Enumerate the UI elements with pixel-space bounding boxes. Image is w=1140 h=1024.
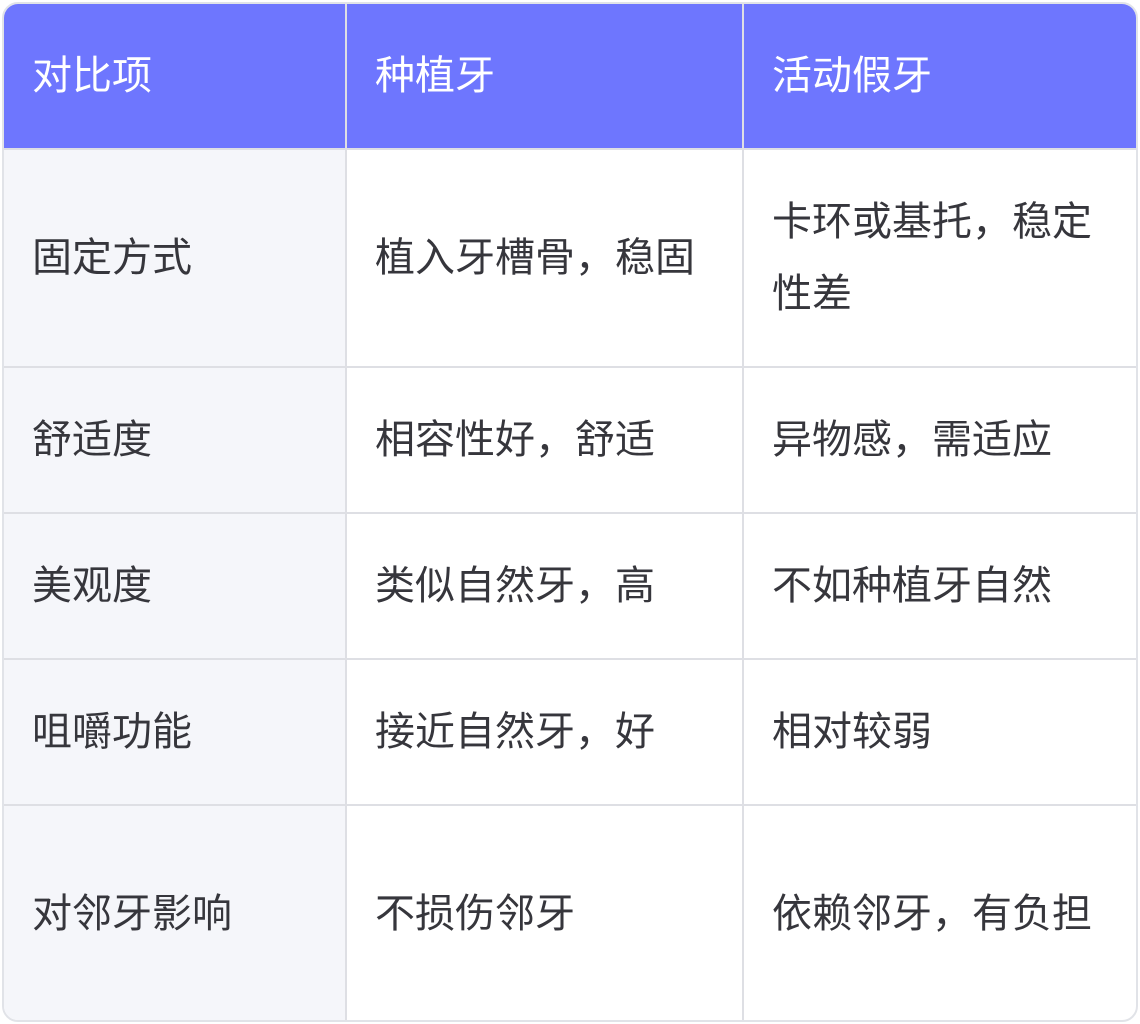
row-label: 舒适度 xyxy=(4,366,347,514)
implant-cell: 不损伤邻牙 xyxy=(345,804,744,1020)
header-implant: 种植牙 xyxy=(345,4,744,150)
table-row: 固定方式 植入牙槽骨，稳固 卡环或基托，稳定性差 xyxy=(4,148,1136,368)
implant-cell: 植入牙槽骨，稳固 xyxy=(345,148,744,368)
header-denture: 活动假牙 xyxy=(742,4,1136,150)
denture-cell: 卡环或基托，稳定性差 xyxy=(742,148,1136,368)
implant-cell: 类似自然牙，高 xyxy=(345,512,744,660)
row-label: 对邻牙影响 xyxy=(4,804,347,1020)
row-label: 美观度 xyxy=(4,512,347,660)
table-header-row: 对比项 种植牙 活动假牙 xyxy=(4,4,1136,150)
row-label: 咀嚼功能 xyxy=(4,658,347,806)
implant-cell: 相容性好，舒适 xyxy=(345,366,744,514)
table-row: 美观度 类似自然牙，高 不如种植牙自然 xyxy=(4,512,1136,660)
implant-cell: 接近自然牙，好 xyxy=(345,658,744,806)
denture-cell: 不如种植牙自然 xyxy=(742,512,1136,660)
denture-cell: 异物感，需适应 xyxy=(742,366,1136,514)
table-row: 舒适度 相容性好，舒适 异物感，需适应 xyxy=(4,366,1136,514)
table-row: 咀嚼功能 接近自然牙，好 相对较弱 xyxy=(4,658,1136,806)
denture-cell: 依赖邻牙，有负担 xyxy=(742,804,1136,1020)
comparison-table: 对比项 种植牙 活动假牙 固定方式 植入牙槽骨，稳固 卡环或基托，稳定性差 舒适… xyxy=(2,2,1138,1022)
table-row: 对邻牙影响 不损伤邻牙 依赖邻牙，有负担 xyxy=(4,804,1136,1020)
denture-cell: 相对较弱 xyxy=(742,658,1136,806)
comparison-table-grid: 对比项 种植牙 活动假牙 固定方式 植入牙槽骨，稳固 卡环或基托，稳定性差 舒适… xyxy=(4,4,1136,1020)
header-item: 对比项 xyxy=(4,4,347,150)
row-label: 固定方式 xyxy=(4,148,347,368)
